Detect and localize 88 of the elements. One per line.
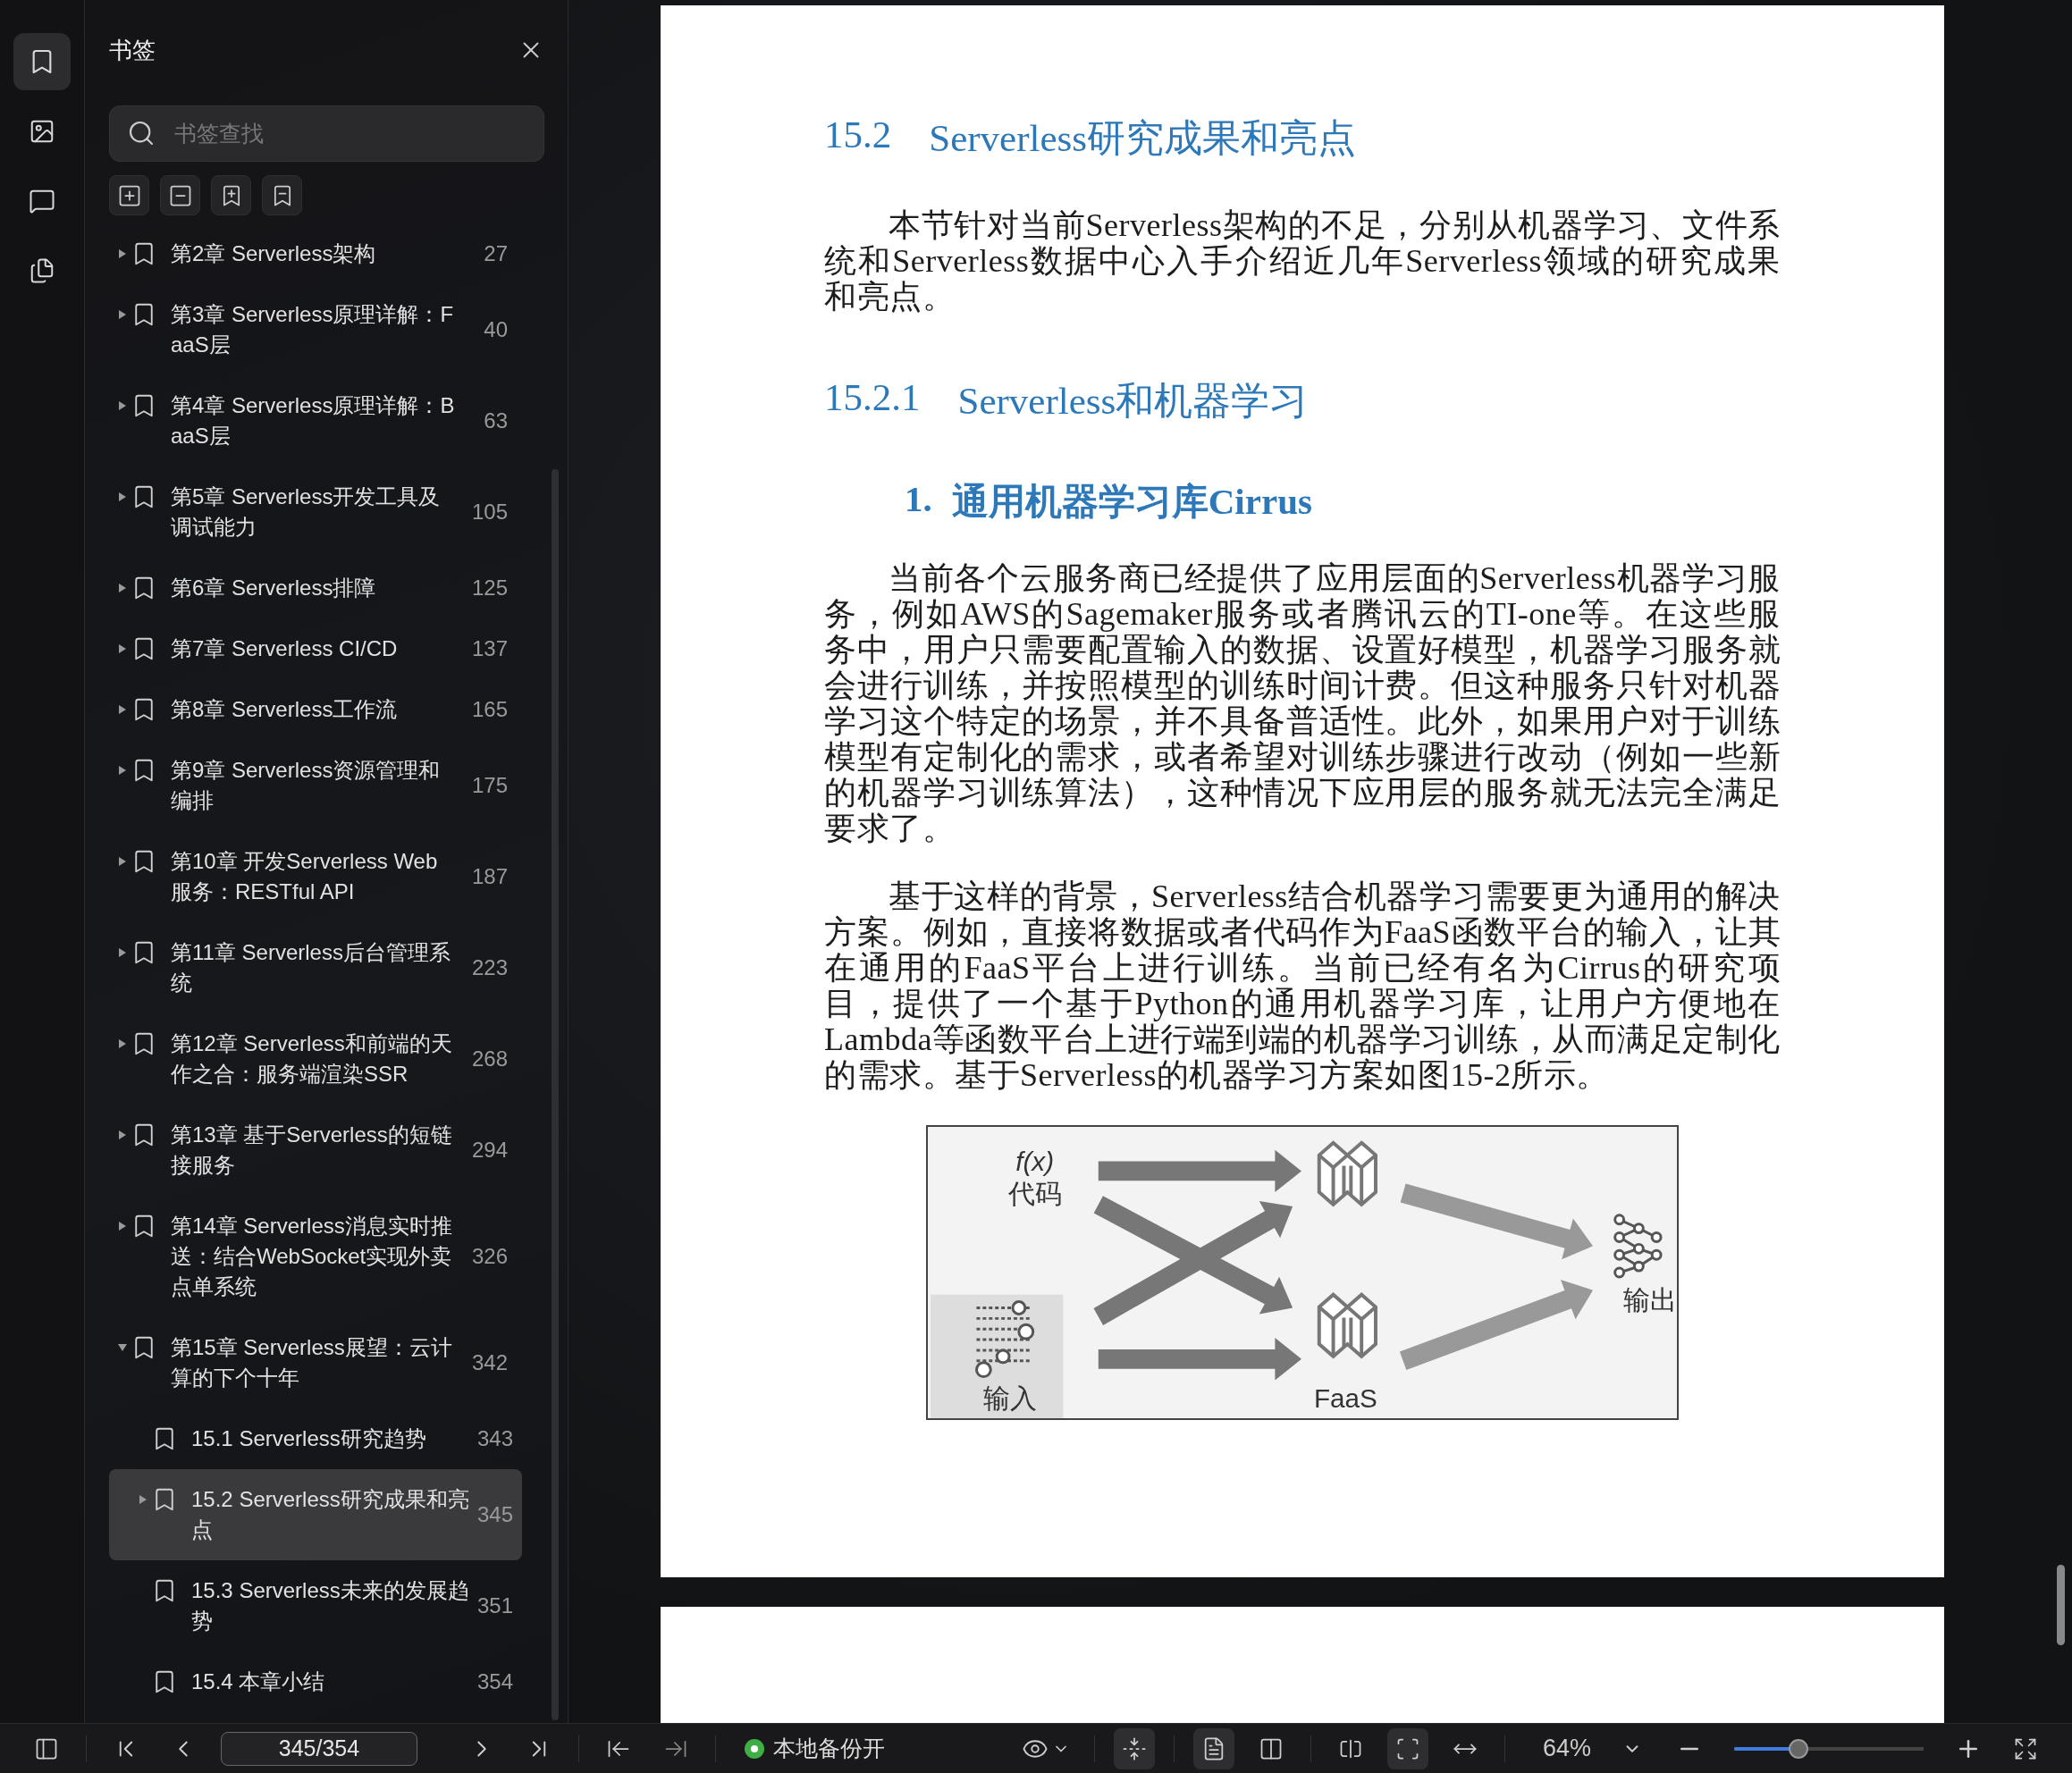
bookmark-item[interactable]: 第14章 Serverless消息实时推送：结合WebSocket实现外卖点单系统 326: [109, 1196, 522, 1317]
bookmark-item[interactable]: 第5章 Serverless开发工具及调试能力 105: [109, 466, 522, 558]
bookmark-title: 第5章 Serverless开发工具及调试能力: [171, 483, 442, 541]
slider-thumb[interactable]: [1789, 1738, 1809, 1759]
toolbar-button[interactable]: [211, 175, 251, 215]
neural-network-icon: [1613, 1214, 1663, 1279]
cube-icon: [1317, 1292, 1377, 1359]
zoom-level: 64%: [1542, 1735, 1591, 1762]
paragraph: 当前各个云服务商已经提供了应用层面的Serverless机器学习服务，例如AWS的Sagemaker服务或者腾讯云的TI-one等。在这些服务中，用户只需要配置输入的数据、设置好模型，机器学习服务就会进行训练，并按照模型的训练时间计费。但这种服务只针对机器学习这个特定的场景，并不具备普适性。此外，如果用户对于训练模型有定制化的需求，或者希望对训练步骤进行改动（例如一些新的机器学习训练算法），这种情况下应用层的服务就无法完全满足要求了。: [824, 560, 1781, 846]
bookmark-title: 第14章 Serverless消息实时推送：结合WebSocket实现外卖点单系统: [171, 1213, 453, 1300]
diagram-label: FaaS: [1314, 1383, 1377, 1414]
layout-button[interactable]: [1113, 1727, 1155, 1769]
diagram-label: 输出: [1623, 1285, 1678, 1315]
bookmark-item[interactable]: 第8章 Serverless工作流 165: [109, 679, 522, 740]
page-number: 343: [477, 1426, 514, 1451]
bookmark-title: 15.2 Serverless研究成果和亮点: [191, 1486, 470, 1543]
toolbar-button[interactable]: [160, 175, 200, 215]
bookmark-item[interactable]: 15.1 Serverless研究趋势 343: [109, 1408, 522, 1469]
bookmark-title: 第4章 Serverless原理详解：BaaS层: [171, 392, 456, 450]
bookmark-title: 第9章 Serverless资源管理和编排: [171, 757, 442, 814]
documents-icon: [29, 257, 55, 284]
page-number: 40: [484, 317, 508, 342]
toolbar-button[interactable]: [109, 175, 149, 215]
bookmark-item[interactable]: 第4章 Serverless原理详解：BaaS层 63: [109, 375, 522, 466]
toolbar-button[interactable]: [262, 175, 302, 215]
cube-icon: [1317, 1140, 1377, 1207]
bookmark-title: 第6章 Serverless排障: [171, 575, 377, 601]
page-number: 165: [471, 697, 508, 722]
bookmark-title: 第11章 Serverless后台管理系统: [171, 939, 451, 996]
heading: Serverless和机器学习: [957, 379, 1309, 424]
page-number: 187: [471, 864, 508, 889]
heading-number: 1.: [905, 477, 932, 521]
bookmarks-tab[interactable]: [13, 33, 71, 90]
diagram-label: 代码: [1007, 1178, 1062, 1208]
bookmark-title: 15.1 Serverless研究趋势: [191, 1425, 427, 1452]
page-number: 223: [471, 955, 508, 980]
bookmark-title: 第15章 Serverless展望：云计算的下个十年: [171, 1334, 453, 1391]
bookmark-title: 第12章 Serverless和前端的天作之合：服务端渲染SSR: [171, 1030, 453, 1088]
diagram-label: 输入: [983, 1383, 1037, 1414]
bookmark-title: 第13章 基于Serverless的短链接服务: [171, 1122, 453, 1179]
page-number: 268: [471, 1046, 508, 1071]
bookmark-title: 第2章 Serverless架构: [171, 240, 377, 267]
page-number: 125: [471, 576, 508, 601]
bookmark-item[interactable]: 第6章 Serverless排障 125: [109, 558, 522, 618]
page-number: 326: [471, 1244, 508, 1269]
bookmark-title: 第7章 Serverless CI/CD: [171, 635, 399, 662]
bookmark-title: 15.4 本章小结: [191, 1668, 326, 1695]
search-field[interactable]: 书签查找: [109, 105, 544, 162]
scrollbar[interactable]: [2057, 1565, 2065, 1645]
page-number: 63: [484, 408, 508, 433]
bookmark-title: 15.3 Serverless未来的发展趋势: [191, 1577, 470, 1634]
search-icon: [127, 119, 156, 147]
bookmark-title: 第8章 Serverless工作流: [171, 696, 399, 723]
page-number: 27: [484, 241, 508, 266]
image-icon: [29, 118, 55, 145]
paragraph: 本节针对当前Serverless架构的不足，分别从机器学习、文件系统和Serverless数据中心入手介绍近几年Serverless领域的研究成果和亮点。: [824, 207, 1781, 315]
page-number: 342: [471, 1350, 508, 1375]
bookmark-item[interactable]: 第2章 Serverless架构 27: [109, 223, 522, 284]
page-number: 137: [471, 636, 508, 661]
function-label: f(x): [1015, 1147, 1055, 1177]
bookmark-title: 第3章 Serverless原理详解：FaaS层: [171, 301, 455, 358]
heading-number: 15.2.1: [824, 375, 921, 420]
bookmark-title: 第10章 开发Serverless Web服务：RESTful API: [171, 848, 439, 905]
scrollbar[interactable]: [552, 469, 559, 1720]
heading-number: 15.2: [824, 113, 892, 157]
bookmark-item[interactable]: 第10章 开发Serverless Web服务：RESTful API 187: [109, 831, 522, 922]
page-number-field[interactable]: 345/354: [221, 1731, 417, 1766]
data-grid-icon: [975, 1300, 1035, 1379]
backup-status: 本地备份开: [773, 1735, 885, 1762]
bookmark-item[interactable]: 第3章 Serverless原理详解：FaaS层 40: [109, 284, 522, 375]
bookmark-item[interactable]: 15.4 本章小结 354: [109, 1651, 522, 1712]
page-number: 175: [471, 773, 508, 798]
comment-icon: [29, 188, 55, 214]
page-number: 351: [477, 1593, 514, 1618]
page-number: 105: [471, 500, 508, 525]
page-number: 345: [477, 1502, 514, 1527]
heading: 通用机器学习库Cirrus: [951, 480, 1312, 524]
page-number: 354: [477, 1669, 514, 1694]
bookmark-item[interactable]: 第11章 Serverless后台管理系统 223: [109, 922, 522, 1013]
page-number: 294: [471, 1138, 508, 1163]
paragraph: 基于这样的背景，Serverless结合机器学习需要更为通用的解决方案。例如，直接将数据或者代码作为FaaS函数平台的输入，让其在通用的FaaS平台上进行训练。当前已经有名为Cirrus的研究项目，提供了一个基于Python的通用机器学习库，让用户方便地在Lambda等函数平台上进行端到端的机器学习训练，从而满足定制化的需求。基于Serverless的机器学习方案如图15-2所示。: [824, 878, 1781, 1093]
layout-button[interactable]: [1192, 1727, 1234, 1769]
scroll-view-icon: [1121, 1735, 1147, 1761]
bookmark-item[interactable]: 第9章 Serverless资源管理和编排 175: [109, 740, 522, 831]
heading: Serverless研究成果和亮点: [929, 116, 1356, 161]
bookmark-item[interactable]: 第7章 Serverless CI/CD 137: [109, 618, 522, 679]
panel-title: 书签: [109, 35, 156, 65]
layout-button[interactable]: [1386, 1727, 1428, 1769]
